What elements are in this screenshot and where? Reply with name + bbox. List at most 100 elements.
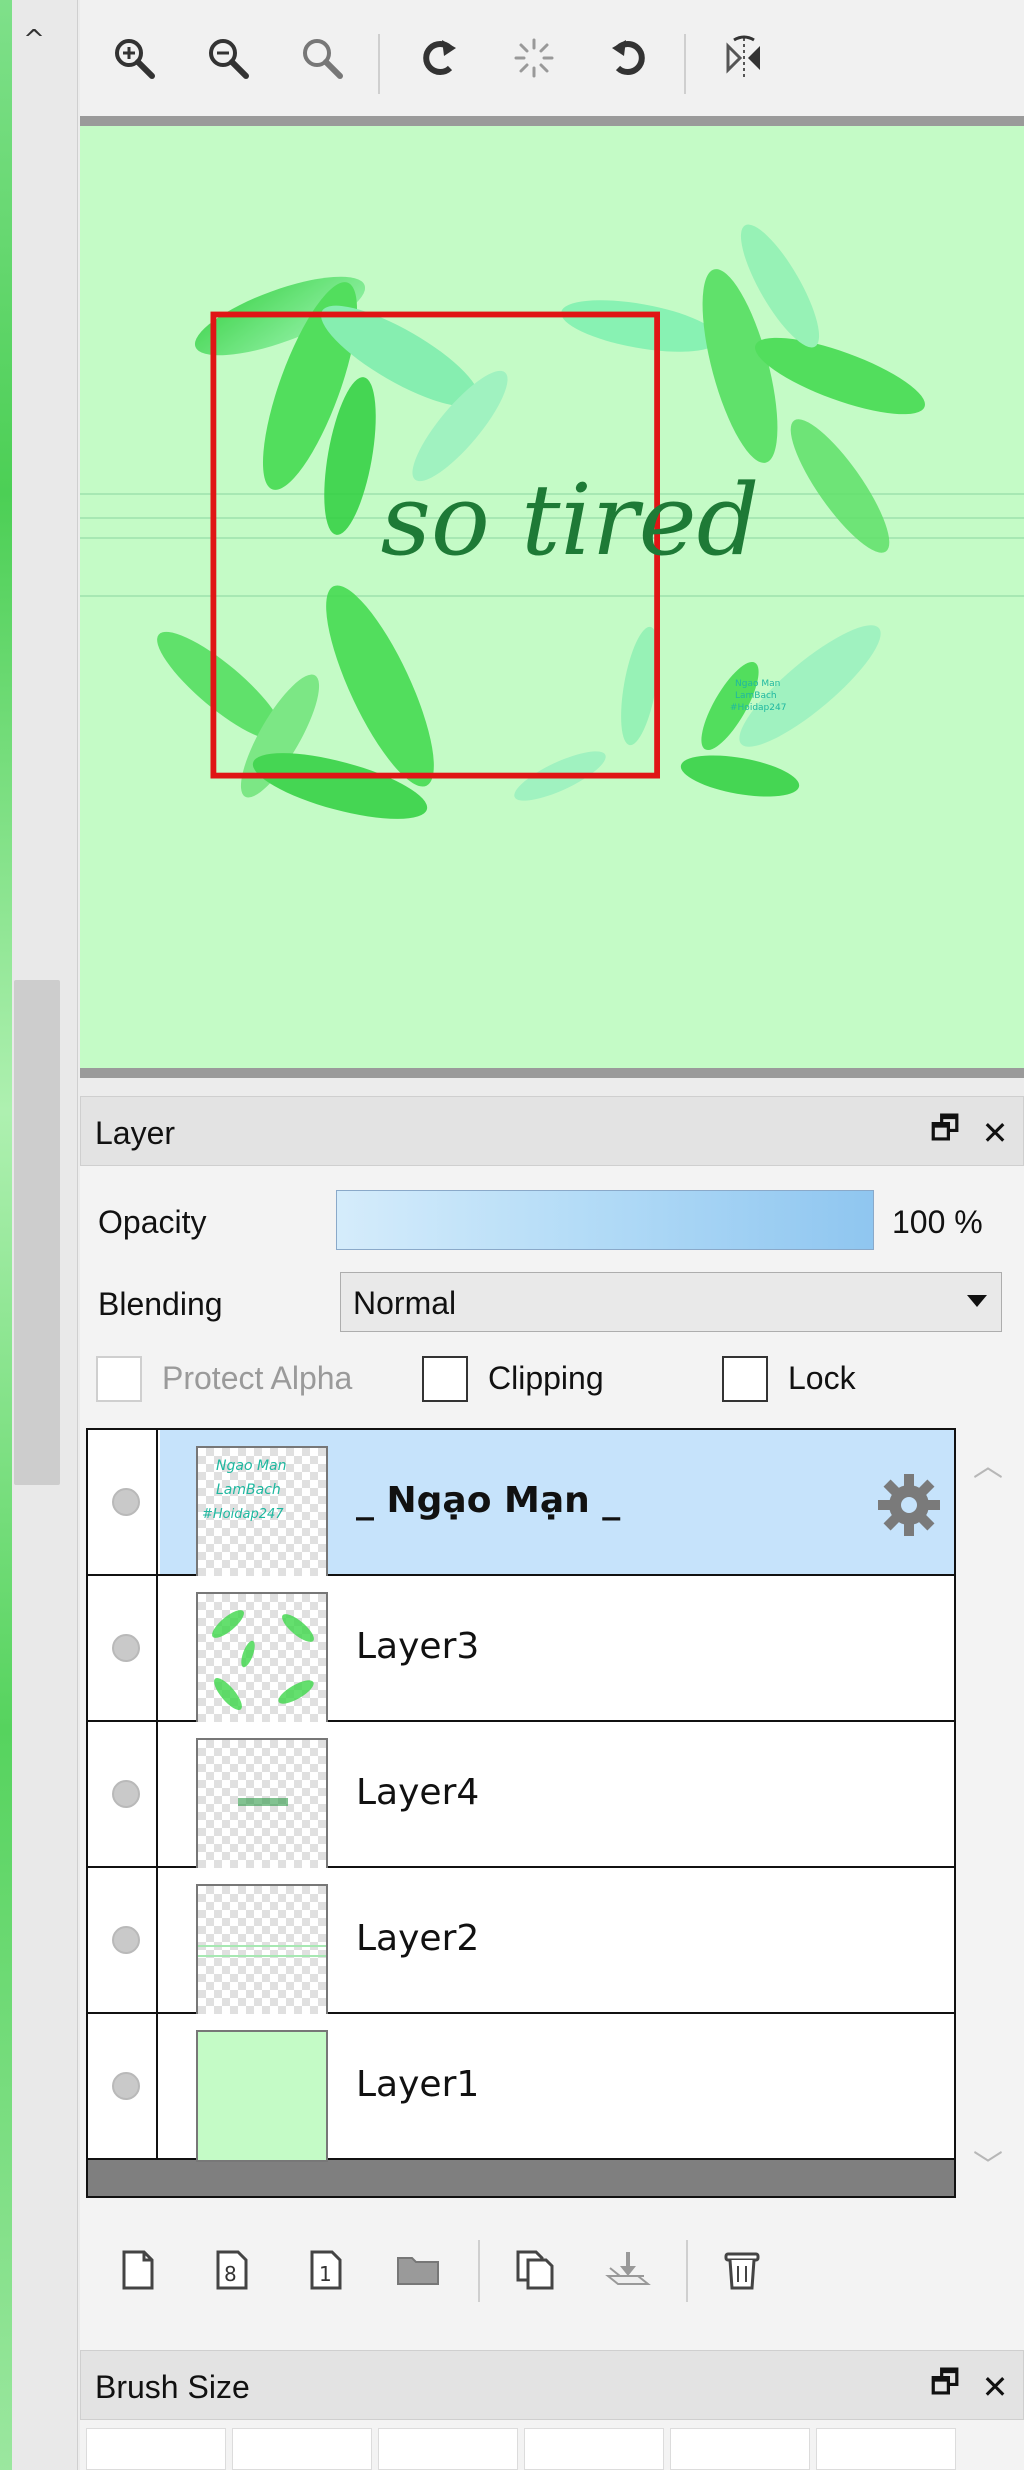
svg-text:#Hoidap247: #Hoidap247 xyxy=(202,1507,284,1522)
view-toolbar xyxy=(80,0,1024,118)
panel-title: Brush Size xyxy=(95,2369,250,2405)
brush-size-panel xyxy=(80,2420,1024,2470)
canvas-edge-preview xyxy=(0,0,12,2470)
chevron-down-icon xyxy=(967,1295,987,1307)
svg-text:8: 8 xyxy=(224,2262,237,2286)
layer-tools: 8 1 xyxy=(80,2226,1024,2316)
layer-row[interactable]: Layer1 xyxy=(88,2014,954,2162)
lock-label: Lock xyxy=(788,1360,856,1396)
zoom-in-icon[interactable] xyxy=(106,30,162,86)
float-panel-icon[interactable]: 🗗 xyxy=(925,2363,965,2407)
blending-label: Blending xyxy=(98,1286,223,1322)
opacity-value: 100 % xyxy=(892,1204,983,1240)
toolbar-divider xyxy=(80,116,1024,126)
tool-separator xyxy=(478,2240,480,2302)
merge-down-icon[interactable] xyxy=(600,2242,656,2298)
visibility-dot-icon xyxy=(112,1926,140,1954)
gear-icon[interactable] xyxy=(874,1470,944,1540)
toolbar-separator xyxy=(378,34,380,94)
layer-thumbnail xyxy=(196,2030,328,2162)
layer-row[interactable]: Ngao Man LamBach #Hoidap247 _ Ngạo Mạn _ xyxy=(88,1430,954,1578)
watermark-line: LamBach xyxy=(735,691,777,701)
layer-name: Layer2 xyxy=(356,1918,480,1959)
canvas-artwork: so tired Ngao Man LamBach #Hoidap247 xyxy=(80,224,1024,819)
flip-horizontal-icon[interactable] xyxy=(716,30,772,86)
blending-select[interactable]: Normal xyxy=(340,1272,1002,1332)
delete-layer-icon[interactable] xyxy=(714,2242,770,2298)
layer-name-cell[interactable]: Layer3 xyxy=(160,1576,954,1724)
layer-name: _ Ngạo Mạn _ xyxy=(356,1480,621,1521)
close-icon[interactable]: ✕ xyxy=(975,1113,1015,1153)
visibility-dot-icon xyxy=(112,1780,140,1808)
new-folder-icon[interactable] xyxy=(390,2242,446,2298)
visibility-dot-icon xyxy=(112,2072,140,2100)
layer-row[interactable]: Layer2 xyxy=(88,1868,954,2016)
layer-thumbnail xyxy=(196,1738,328,1870)
app-window: ^ so tired Ngao Man LamBach #Hoidap247 L… xyxy=(0,0,1024,2470)
layer-name: Layer4 xyxy=(356,1772,480,1813)
toolbar-separator xyxy=(684,34,686,94)
layer-name-cell[interactable]: Layer1 xyxy=(160,2014,954,2162)
layer-row[interactable]: Layer3 xyxy=(88,1576,954,1724)
new-8bit-layer-icon[interactable]: 8 xyxy=(204,2242,260,2298)
panel-title: Layer xyxy=(95,1115,176,1151)
layer-thumbnail: Ngao Man LamBach #Hoidap247 xyxy=(196,1446,328,1578)
close-icon[interactable]: ✕ xyxy=(975,2367,1015,2407)
layer-thumbnail xyxy=(196,1592,328,1724)
layer-name: Layer1 xyxy=(356,2064,480,2105)
layer-panel: Layer 🗗 ✕ Opacity 100 % Blending Normal … xyxy=(80,1096,1024,2356)
duplicate-layer-icon[interactable] xyxy=(508,2242,564,2298)
layer-name-cell[interactable]: Ngao Man LamBach #Hoidap247 _ Ngạo Mạn _ xyxy=(160,1430,954,1578)
opacity-label: Opacity xyxy=(98,1204,207,1240)
brush-size-cell[interactable] xyxy=(816,2428,956,2470)
svg-text:1: 1 xyxy=(319,2262,332,2286)
brush-size-cell[interactable] xyxy=(524,2428,664,2470)
watermark-line: #Hoidap247 xyxy=(730,703,786,713)
opacity-slider[interactable] xyxy=(336,1190,874,1250)
layer-list: Ngao Man LamBach #Hoidap247 _ Ngạo Mạn _ L… xyxy=(86,1428,956,2198)
clipping-label: Clipping xyxy=(488,1360,604,1396)
new-layer-icon[interactable] xyxy=(110,2242,166,2298)
lock-checkbox[interactable] xyxy=(722,1356,768,1402)
scroll-down-icon[interactable]: ﹀ xyxy=(958,2138,1018,2188)
layer-panel-header: Layer 🗗 ✕ xyxy=(80,1096,1024,1166)
scroll-up-icon[interactable]: ︿ xyxy=(958,1438,1018,1488)
clipping-checkbox[interactable] xyxy=(422,1356,468,1402)
visibility-dot-icon xyxy=(112,1634,140,1662)
layer-thumbnail xyxy=(196,1884,328,2016)
protect-alpha-label: Protect Alpha xyxy=(162,1360,353,1396)
brush-size-cell[interactable] xyxy=(232,2428,372,2470)
left-rail: ^ xyxy=(0,0,78,2470)
drawing-canvas[interactable]: so tired Ngao Man LamBach #Hoidap247 xyxy=(80,126,1024,1072)
protect-alpha-checkbox[interactable] xyxy=(96,1356,142,1402)
brush-size-panel-header: Brush Size 🗗 ✕ xyxy=(80,2350,1024,2420)
zoom-out-icon[interactable] xyxy=(200,30,256,86)
visibility-toggle[interactable] xyxy=(88,1430,158,1574)
svg-text:LamBach: LamBach xyxy=(216,1482,281,1498)
artwork-text: so tired xyxy=(381,464,760,578)
visibility-toggle[interactable] xyxy=(88,2014,158,2158)
float-panel-icon[interactable]: 🗗 xyxy=(925,1109,965,1153)
layer-name: Layer3 xyxy=(356,1626,480,1667)
rotate-left-icon[interactable] xyxy=(412,30,468,86)
zoom-reset-icon[interactable] xyxy=(294,30,350,86)
brush-size-cell[interactable] xyxy=(86,2428,226,2470)
layer-name-cell[interactable]: Layer4 xyxy=(160,1722,954,1870)
rotate-right-icon[interactable] xyxy=(600,30,656,86)
brush-size-cell[interactable] xyxy=(378,2428,518,2470)
watermark-line: Ngao Man xyxy=(735,679,780,689)
tool-separator xyxy=(686,2240,688,2302)
visibility-toggle[interactable] xyxy=(88,1722,158,1866)
new-1bit-layer-icon[interactable]: 1 xyxy=(298,2242,354,2298)
layer-row[interactable]: Layer4 xyxy=(88,1722,954,1870)
brush-size-cell[interactable] xyxy=(670,2428,810,2470)
layer-list-scrollbar[interactable]: ︿ ﹀ xyxy=(958,1428,1018,2198)
visibility-dot-icon xyxy=(112,1488,140,1516)
svg-text:Ngao Man: Ngao Man xyxy=(216,1458,287,1474)
collapse-up-icon[interactable]: ^ xyxy=(14,20,54,60)
visibility-toggle[interactable] xyxy=(88,1868,158,2012)
left-scrollbar-thumb[interactable] xyxy=(14,980,60,1485)
layer-name-cell[interactable]: Layer2 xyxy=(160,1868,954,2016)
visibility-toggle[interactable] xyxy=(88,1576,158,1720)
rotate-reset-icon[interactable] xyxy=(506,30,562,86)
